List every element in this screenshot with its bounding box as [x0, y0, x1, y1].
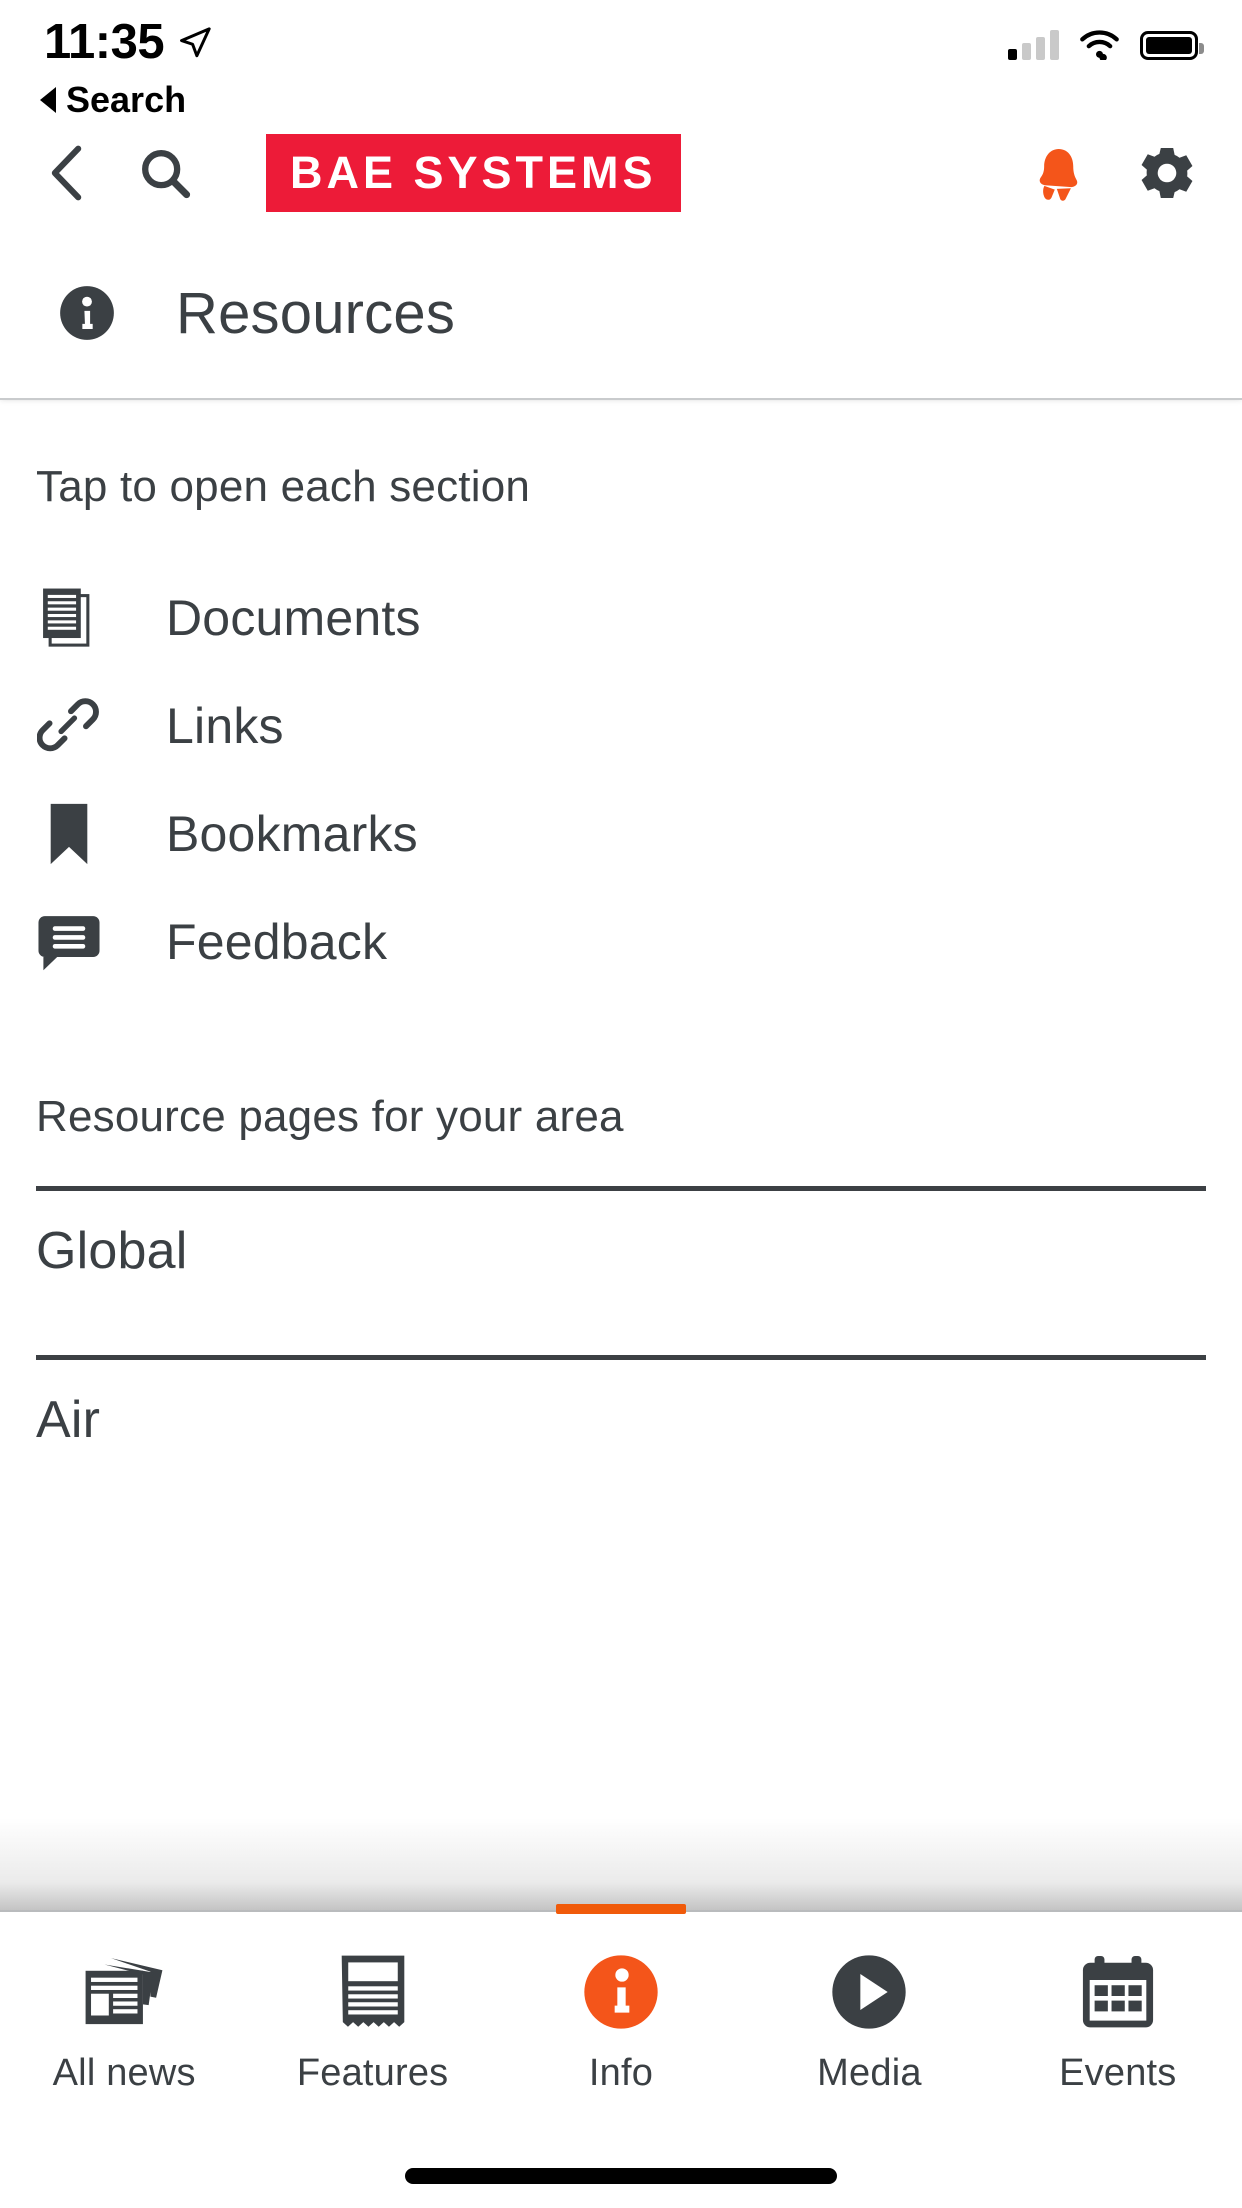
search-icon — [142, 150, 191, 199]
tab-icon-wrap — [581, 1950, 661, 2034]
area-label: Global — [36, 1222, 188, 1280]
page-title: Resources — [176, 280, 456, 346]
back-triangle-icon — [40, 87, 56, 113]
tab-label: All news — [52, 2052, 196, 2094]
menu-icon-wrap — [36, 911, 102, 973]
status-time: 11:35 — [44, 15, 165, 69]
calendar-icon — [1082, 1956, 1153, 2028]
tab-icon-wrap — [829, 1950, 909, 2034]
bae-systems-logo: BAE SYSTEMS — [266, 134, 681, 212]
tab-icon-wrap — [81, 1950, 167, 2034]
speech-bubble-icon — [38, 916, 100, 971]
gear-icon — [1141, 147, 1193, 199]
content-area[interactable]: Tap to open each section Documents Links… — [0, 400, 1242, 1910]
section-header: Resources — [0, 228, 1242, 400]
menu-label: Feedback — [166, 914, 388, 970]
menu-label: Documents — [166, 590, 421, 646]
tab-label: Features — [296, 2052, 449, 2094]
area-item-air[interactable]: Air — [0, 1360, 1242, 1480]
tab-features[interactable]: Features — [248, 1912, 496, 2095]
wifi-icon — [1080, 30, 1119, 60]
settings-button[interactable] — [1136, 142, 1198, 204]
menu-icon-wrap — [36, 585, 102, 651]
tab-label: Media — [817, 2052, 922, 2094]
status-bar-right — [1008, 30, 1204, 60]
area-label: Air — [36, 1391, 101, 1449]
menu-item-bookmarks[interactable]: Bookmarks — [0, 780, 1242, 888]
app-screen: 11:35 Search BAE SYSTEMS Resources Tap t… — [0, 0, 1242, 2208]
article-icon — [341, 1955, 404, 2027]
status-back-to-search[interactable]: Search — [40, 82, 186, 118]
menu-icon-wrap — [36, 694, 102, 758]
home-indicator-area — [0, 2144, 1242, 2208]
tab-info[interactable]: Info — [497, 1904, 745, 2095]
menu-label: Bookmarks — [166, 806, 418, 862]
menu-item-links[interactable]: Links — [0, 672, 1242, 780]
active-indicator — [556, 1904, 687, 1914]
notifications-button[interactable] — [1030, 143, 1086, 203]
menu-item-documents[interactable]: Documents — [0, 564, 1242, 672]
location-arrow-icon — [180, 26, 211, 57]
tap-hint-text: Tap to open each section — [36, 462, 531, 511]
area-section-title: Resource pages for your area — [36, 1092, 624, 1141]
bottom-tab-bar: All news Features Info Media Events — [0, 1904, 1242, 2144]
area-item-global[interactable]: Global — [0, 1191, 1242, 1311]
info-circle-icon — [60, 286, 114, 340]
app-navbar: BAE SYSTEMS — [0, 118, 1242, 228]
tab-media[interactable]: Media — [745, 1912, 993, 2095]
status-back-label: Search — [66, 79, 187, 120]
tab-events[interactable]: Events — [994, 1912, 1242, 2095]
status-bar-left: 11:35 — [44, 0, 212, 67]
menu-label: Links — [166, 698, 284, 754]
bell-icon — [1039, 149, 1078, 201]
scroll-fade-overlay — [0, 1818, 1242, 1910]
bookmark-icon — [50, 803, 88, 865]
tab-label: Info — [588, 2052, 654, 2094]
home-indicator-bar[interactable] — [405, 2168, 837, 2184]
play-circle-icon — [832, 1955, 907, 2029]
status-bar: 11:35 Search — [0, 0, 1242, 118]
tab-all-news[interactable]: All news — [0, 1912, 248, 2095]
documents-icon — [43, 588, 90, 647]
menu-icon-wrap — [36, 800, 102, 868]
cellular-signal-icon — [1008, 30, 1059, 60]
search-button[interactable] — [90, 146, 192, 200]
battery-full-icon — [1140, 30, 1204, 60]
chevron-left-icon — [51, 145, 82, 201]
resources-menu: Documents Links Bookmarks Feedback — [0, 564, 1242, 996]
newspapers-icon — [85, 1958, 163, 2025]
info-circle-filled-icon — [584, 1955, 658, 2029]
menu-item-feedback[interactable]: Feedback — [0, 888, 1242, 996]
back-button[interactable] — [44, 143, 90, 203]
link-chain-icon — [37, 698, 99, 752]
tab-label: Events — [1059, 2052, 1177, 2094]
tab-icon-wrap — [336, 1950, 410, 2034]
navbar-actions — [1030, 142, 1198, 204]
tab-icon-wrap — [1078, 1950, 1158, 2034]
